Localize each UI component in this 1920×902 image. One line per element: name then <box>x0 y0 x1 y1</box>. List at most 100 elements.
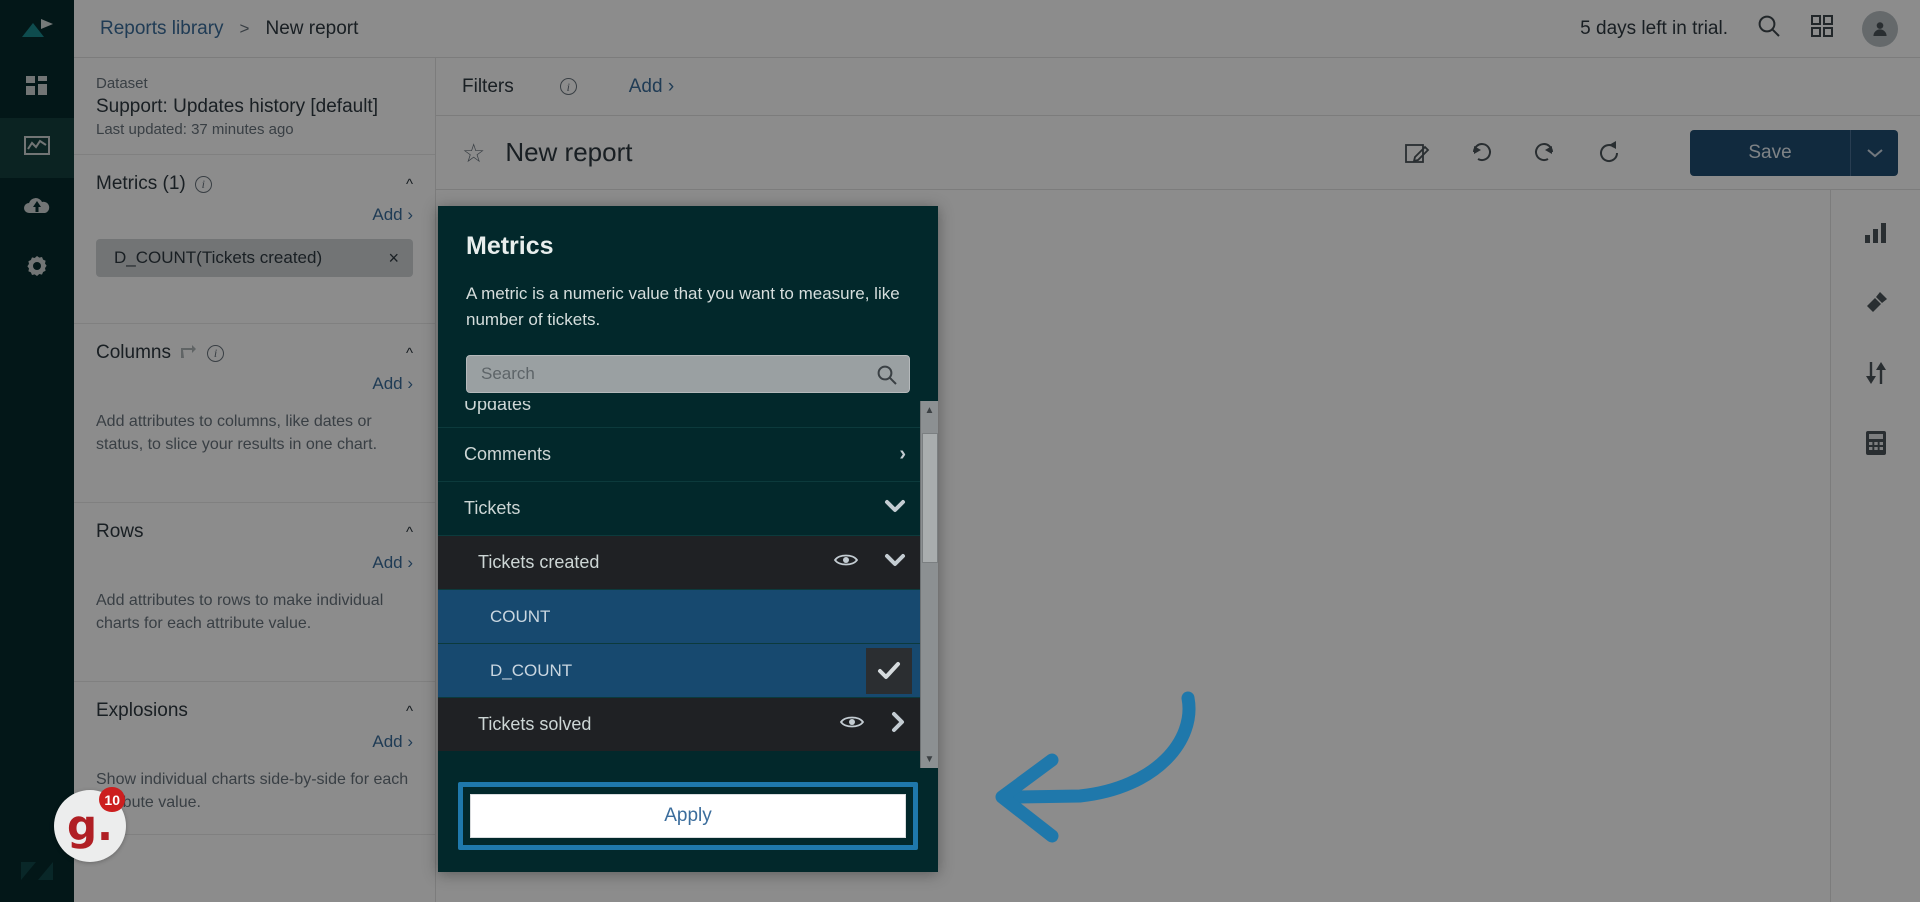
chevron-up-icon[interactable]: ^ <box>406 345 413 362</box>
metrics-modal-title: Metrics <box>466 232 554 260</box>
filters-add-link[interactable]: Add › <box>629 76 674 98</box>
list-item-label: Tickets solved <box>478 714 592 734</box>
guru-notification-badge: 10 <box>99 787 125 812</box>
section-columns-title: Columns <box>96 342 171 363</box>
chevron-up-icon[interactable]: ^ <box>406 703 413 720</box>
dashboard-grid-icon <box>25 74 49 103</box>
metrics-add-link[interactable]: Add › <box>96 205 413 225</box>
metrics-list[interactable]: Updates Comments ›︎ Tickets Tickets crea… <box>438 401 920 768</box>
gear-icon <box>24 253 50 284</box>
info-icon[interactable]: i <box>559 78 577 95</box>
section-explosions: Explosions ^ Add › Show individual chart… <box>74 682 435 835</box>
chevron-down-icon[interactable] <box>884 552 906 573</box>
chevron-right-icon[interactable] <box>890 711 906 738</box>
chevron-up-icon[interactable]: ^ <box>406 524 413 541</box>
save-button[interactable]: Save <box>1690 129 1850 176</box>
metric-pill[interactable]: D_COUNT(Tickets created) × <box>96 239 413 277</box>
chart-line-icon <box>24 135 50 162</box>
page-title: New report <box>505 137 633 167</box>
metrics-list-scrollbar[interactable]: ▲ ▼ <box>920 401 938 768</box>
star-outline-icon[interactable]: ☆ <box>462 140 485 166</box>
section-explosions-title: Explosions <box>96 700 188 721</box>
list-item-tickets-solved[interactable]: Tickets solved <box>438 697 920 751</box>
explosions-add-link[interactable]: Add › <box>96 732 413 752</box>
metric-pill-label: D_COUNT(Tickets created) <box>114 248 323 267</box>
rename-icon[interactable] <box>1400 136 1434 170</box>
top-bar-actions: 5 days left in trial. <box>1580 10 1898 47</box>
section-explosions-header[interactable]: Explosions ^ <box>96 696 413 726</box>
triangle-down-icon[interactable]: ▼ <box>921 750 939 768</box>
list-item-tickets-created[interactable]: Tickets created <box>438 535 920 589</box>
apply-button-highlight: Apply <box>458 782 918 850</box>
search-icon[interactable] <box>1756 13 1782 44</box>
grid-apps-icon[interactable] <box>1810 14 1834 43</box>
section-metrics: Metrics (1) i ^ Add › D_COUNT(Tickets cr… <box>74 155 435 324</box>
dataset-label: Dataset <box>96 75 148 92</box>
eye-icon[interactable] <box>839 714 865 735</box>
explosions-hint: Show individual charts side-by-side for … <box>96 771 409 811</box>
info-icon[interactable]: i <box>206 344 224 362</box>
cloud-upload-icon <box>23 195 51 222</box>
metric-pill-remove-icon[interactable]: × <box>388 248 399 269</box>
breadcrumb-reports-library[interactable]: Reports library <box>100 18 224 40</box>
sidebar-item-dashboards[interactable] <box>0 58 74 118</box>
rows-add-link[interactable]: Add › <box>96 553 413 573</box>
top-bar: Reports library > New report 5 days left… <box>74 0 1920 58</box>
explore-logo-icon <box>0 0 74 58</box>
list-item-label: D_COUNT <box>490 660 573 680</box>
check-icon[interactable] <box>866 647 912 694</box>
search-input[interactable] <box>466 355 910 393</box>
chevron-right-icon[interactable]: ›︎ <box>899 443 906 466</box>
eye-icon[interactable] <box>833 552 859 573</box>
app-root: Reports library > New report 5 days left… <box>0 0 1920 902</box>
dataset-last-updated: Last updated: 37 minutes ago <box>96 121 294 138</box>
apply-button[interactable]: Apply <box>470 794 906 838</box>
application-layer: Reports library > New report 5 days left… <box>0 0 1920 902</box>
body-split: Dataset Support: Updates history [defaul… <box>74 58 1920 902</box>
list-item-comments[interactable]: Comments ›︎ <box>438 427 920 481</box>
section-metrics-header[interactable]: Metrics (1) i ^ <box>96 169 413 199</box>
result-manipulation-icon[interactable] <box>1859 356 1893 390</box>
chevron-up-icon[interactable]: ^ <box>406 176 413 193</box>
metrics-modal-footer: Apply <box>438 768 938 872</box>
zendesk-logo-icon <box>0 854 74 888</box>
report-toolbar: Save <box>1400 129 1898 176</box>
sidebar-item-reports[interactable] <box>0 118 74 178</box>
list-item-label: Tickets <box>464 498 521 518</box>
triangle-up-icon[interactable]: ▲ <box>921 401 939 419</box>
save-options-chevron-down-icon[interactable] <box>1850 129 1898 176</box>
section-rows-header[interactable]: Rows ^ <box>96 517 413 547</box>
list-item-tickets[interactable]: Tickets <box>438 481 920 535</box>
guru-help-widget[interactable]: g. 10 <box>54 787 126 862</box>
section-columns-header[interactable]: Columns i ^ <box>96 338 413 368</box>
list-item-updates[interactable]: Updates <box>438 401 920 427</box>
columns-add-link[interactable]: Add › <box>96 374 413 394</box>
chevron-down-icon[interactable] <box>884 498 906 519</box>
breadcrumb-separator: > <box>239 18 250 38</box>
list-item-label: Tickets created <box>478 552 600 572</box>
chart-configuration-icon[interactable] <box>1859 286 1893 320</box>
list-item-d-count[interactable]: D_COUNT <box>438 643 920 697</box>
main-column: Reports library > New report 5 days left… <box>74 0 1920 902</box>
info-icon[interactable]: i <box>194 175 212 193</box>
scrollbar-track[interactable] <box>921 419 939 750</box>
section-rows-title: Rows <box>96 521 144 542</box>
redo-icon[interactable] <box>1528 136 1562 170</box>
list-item-icons <box>884 498 906 519</box>
sidebar-item-datasets[interactable] <box>0 178 74 238</box>
undo-icon[interactable] <box>1464 136 1498 170</box>
dataset-name: Support: Updates history [default] <box>96 96 378 117</box>
refresh-icon[interactable] <box>1592 136 1626 170</box>
user-avatar-icon[interactable] <box>1862 10 1898 47</box>
list-item-count[interactable]: COUNT <box>438 589 920 643</box>
save-button-group: Save <box>1690 129 1898 176</box>
scrollbar-thumb[interactable] <box>921 433 938 563</box>
swap-rows-columns-icon[interactable] <box>180 343 198 364</box>
visualization-type-icon[interactable] <box>1859 216 1893 250</box>
sidebar-item-admin[interactable] <box>0 238 74 298</box>
columns-hint: Add attributes to columns, like dates or… <box>96 413 378 453</box>
calculations-icon[interactable] <box>1859 426 1893 460</box>
list-item-icons: ›︎ <box>899 443 906 466</box>
list-item-label: Comments <box>464 444 552 464</box>
metrics-search-wrapper <box>466 355 910 393</box>
